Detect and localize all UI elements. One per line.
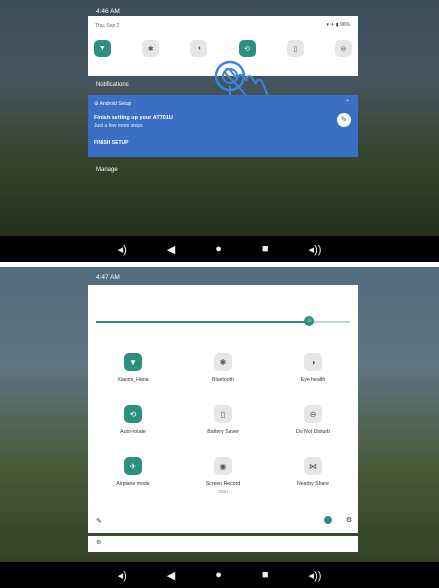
setup-notification[interactable]: ⚙ Android Setup ⌃ Finish setting up your… <box>88 95 358 157</box>
wifi-icon: ▼ <box>124 353 142 371</box>
status-icons: ▾ ✈ ▮ 96% <box>326 22 350 28</box>
settings-gear-icon[interactable]: ⚙ <box>96 539 101 546</box>
airplane-icon: ✈ <box>124 457 142 475</box>
brightness-icon[interactable]: ☼ <box>304 316 315 326</box>
dnd-icon[interactable]: ⊖ <box>334 40 352 57</box>
back-icon[interactable]: ◀ <box>167 243 175 256</box>
home-icon[interactable]: ● <box>215 243 222 255</box>
tile-wifi[interactable]: ▼ Xiaomi_Hana <box>88 353 178 383</box>
clock: 4:47 AM <box>96 274 120 281</box>
back-icon[interactable]: ◀ <box>167 569 175 582</box>
setup-wand-icon: ✎ <box>337 113 351 127</box>
notification-text: Just a few more steps <box>94 123 143 129</box>
rotate-icon: ⟲ <box>124 405 142 423</box>
chevron-up-icon[interactable]: ⌃ <box>345 99 350 106</box>
screenshot-bottom: 4:47 AM ☼ ▼ Xiaomi_Hana ✱ Bluetooth ◑ Eye h… <box>0 267 439 588</box>
tile-eye-health[interactable]: ◑ Eye health <box>268 353 358 383</box>
recents-icon[interactable]: ■ <box>262 243 269 255</box>
tile-battery-saver[interactable]: ▯ Battery Saver <box>178 405 268 435</box>
eye-health-icon: ◑ <box>304 353 322 371</box>
dnd-icon: ⊖ <box>304 405 322 423</box>
battery-icon: ▯ <box>214 405 232 423</box>
clock: 4:46 AM <box>96 8 120 15</box>
navigation-bar: ◂) ◀ ● ■ ◂)) <box>0 562 439 588</box>
tile-bluetooth[interactable]: ✱ Bluetooth <box>178 353 268 383</box>
notification-app-name: ⚙ Android Setup <box>94 101 132 107</box>
screenshot-top: 4:46 AM Thu, Sep 2 ▾ ✈ ▮ 96% ▼ ✱ ◑ ⟲ ▯ ⊖… <box>0 0 439 262</box>
date: Thu, Sep 2 <box>95 23 120 29</box>
edit-icon[interactable]: ✎ <box>96 517 102 525</box>
manage-button[interactable]: Manage <box>96 167 118 173</box>
tile-dnd[interactable]: ⊖ Do Not Disturb <box>268 405 358 435</box>
notification-title: Finish setting up your AT701U <box>94 115 173 121</box>
record-icon: ◉ <box>214 457 232 475</box>
brightness-slider[interactable]: ☼ <box>96 316 350 326</box>
volume-down-icon[interactable]: ◂) <box>118 243 127 256</box>
volume-up-icon[interactable]: ◂)) <box>309 569 322 582</box>
tile-auto-rotate[interactable]: ⟲ Auto-rotate <box>88 405 178 435</box>
navigation-bar: ◂) ◀ ● ■ ◂)) <box>0 236 439 262</box>
settings-bar[interactable]: ⚙ <box>88 536 358 552</box>
volume-down-icon[interactable]: ◂) <box>118 569 127 582</box>
bluetooth-icon[interactable]: ✱ <box>142 40 160 57</box>
recents-icon[interactable]: ■ <box>262 569 269 581</box>
tile-nearby-share[interactable]: ⋈ Nearby Share <box>268 457 358 487</box>
home-icon[interactable]: ● <box>215 569 222 581</box>
finish-setup-button[interactable]: FINISH SETUP <box>94 140 128 146</box>
bluetooth-icon: ✱ <box>214 353 232 371</box>
nearby-icon: ⋈ <box>304 457 322 475</box>
user-icon[interactable] <box>323 516 332 524</box>
settings-icon[interactable]: ⚙ <box>346 516 352 524</box>
wifi-icon[interactable]: ▼ <box>94 40 111 57</box>
tile-airplane[interactable]: ✈ Airplane mode <box>88 457 178 487</box>
notifications-header: Notifications <box>96 82 129 88</box>
volume-up-icon[interactable]: ◂)) <box>309 243 322 256</box>
quick-settings-expanded: ☼ ▼ Xiaomi_Hana ✱ Bluetooth ◑ Eye health ⟲ A… <box>88 285 358 533</box>
battery-icon[interactable]: ▯ <box>286 40 304 57</box>
tile-screen-record[interactable]: ◉ Screen Record Start <box>178 457 268 494</box>
